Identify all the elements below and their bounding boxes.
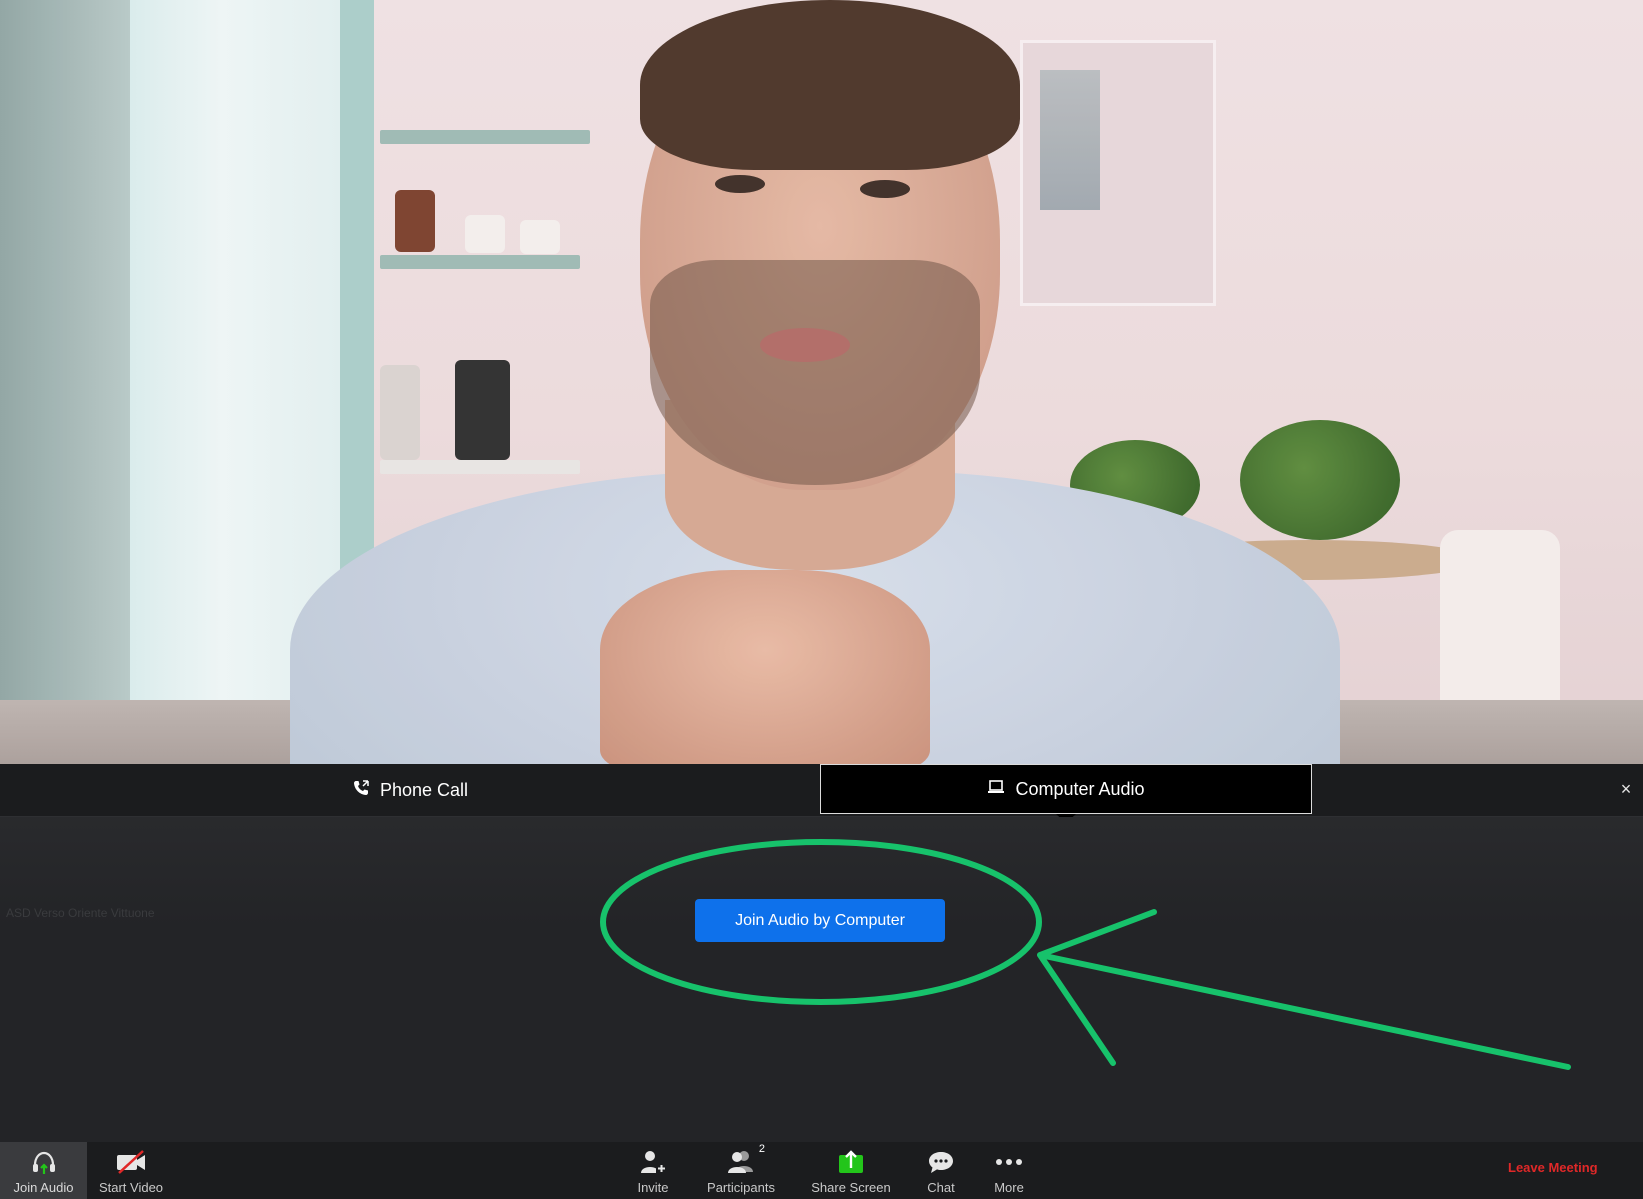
share-screen-button[interactable]: Share Screen <box>810 1142 892 1199</box>
meeting-window: Phone Call Computer Audio × ASD Verso Or… <box>0 0 1643 1199</box>
laptop-icon <box>987 779 1015 800</box>
join-audio-by-computer-button[interactable]: Join Audio by Computer <box>695 899 945 942</box>
share-screen-label: Share Screen <box>811 1180 891 1195</box>
start-video-label: Start Video <box>98 1180 164 1195</box>
share-screen-icon <box>837 1147 865 1177</box>
tab-computer-audio[interactable]: Computer Audio <box>820 764 1312 814</box>
close-icon[interactable]: × <box>1615 778 1637 800</box>
invite-label: Invite <box>637 1180 669 1195</box>
participant-video <box>0 0 1643 764</box>
chat-label: Chat <box>927 1180 955 1195</box>
tab-computer-audio-label: Computer Audio <box>1015 778 1145 799</box>
more-label: More <box>994 1180 1024 1195</box>
participant-name-label: ASD Verso Oriente Vittuone <box>6 906 155 920</box>
join-audio-button[interactable]: Join Audio <box>0 1142 87 1199</box>
participants-count: 2 <box>758 1143 765 1155</box>
add-person-icon <box>638 1147 668 1177</box>
join-audio-label: Join Audio <box>13 1180 74 1195</box>
phone-icon <box>352 779 380 802</box>
leave-meeting-button[interactable]: Leave Meeting <box>1508 1160 1598 1175</box>
participants-button[interactable]: 2 Participants <box>704 1142 778 1199</box>
invite-button[interactable]: Invite <box>630 1142 676 1199</box>
start-video-button[interactable]: Start Video <box>96 1142 166 1199</box>
more-icon <box>995 1147 1023 1177</box>
headphones-icon <box>30 1147 58 1177</box>
tab-phone-call[interactable]: Phone Call <box>0 764 820 816</box>
more-button[interactable]: More <box>990 1142 1028 1199</box>
chat-icon <box>927 1147 955 1177</box>
participants-label: Participants <box>707 1180 775 1195</box>
tab-phone-call-label: Phone Call <box>379 779 469 800</box>
chat-button[interactable]: Chat <box>922 1142 960 1199</box>
participants-icon: 2 <box>725 1143 765 1177</box>
video-off-icon <box>115 1147 147 1177</box>
